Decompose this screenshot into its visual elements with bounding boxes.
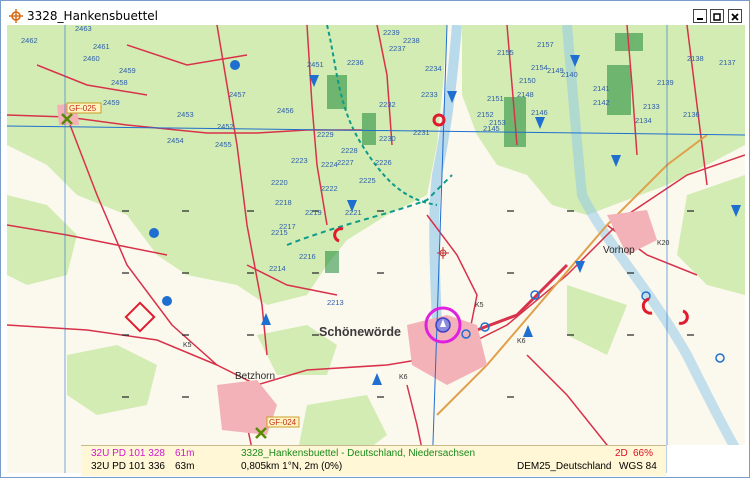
dem-name: DEM25_Deutschland [517,461,612,472]
parcel-number: 2234 [425,64,442,73]
parcel-number: 2223 [291,156,308,165]
parcel-number: 2213 [327,298,344,307]
parcel-number: 2452 [217,122,234,131]
parcel-number: 2220 [271,178,288,187]
position-coordinate: 32U PD 101 336 [91,461,165,472]
datum: WGS 84 [619,461,657,472]
parcel-number: 2224 [321,160,338,169]
parcel-number: 2458 [111,78,128,87]
parcel-number: 2155 [497,48,514,57]
parcel-number: 2459 [103,98,120,107]
maximize-icon [713,13,721,21]
parcel-number: 2460 [83,54,100,63]
parcel-number: 2228 [341,146,358,155]
status-bar: 32U PD 101 328 61m 32U PD 101 336 63m 33… [81,445,666,476]
place-name-betzhorn: Betzhorn [235,371,275,382]
parcel-number: 2154 [531,63,548,72]
road-label: K5 [183,342,192,349]
distance-readout: 0,805km 1°N, 2m (0%) [241,461,343,472]
parcel-number: 2459 [119,66,136,75]
parcel-number: 2218 [275,198,292,207]
road-label: K6 [399,374,408,381]
cursor-elevation: 61m [175,448,195,459]
parcel-number: 2151 [487,94,504,103]
parcel-number: 2140 [561,70,578,79]
parcel-number: 2216 [299,252,316,261]
place-name-vorhop: Vorhop [603,245,635,256]
parcel-number: 2236 [347,58,364,67]
parcel-number: 2142 [593,98,610,107]
app-window: 3328_Hankensbuettel GF-025 GF-024 2463 2… [0,0,750,478]
status-right-panel [667,445,745,475]
waypoint-label: GF-025 [69,104,97,113]
parcel-number: 2214 [269,264,286,273]
crosshair-app-icon [9,9,23,23]
parcel-number: 2229 [317,130,334,139]
parcel-number: 2215 [271,228,288,237]
parcel-number: 2237 [389,44,406,53]
parcel-number: 2230 [379,134,396,143]
parcel-number: 2145 [483,124,500,133]
waypoint-label: GF-024 [269,418,297,427]
fix-mode: 2D [615,448,628,459]
close-button[interactable] [728,9,742,23]
parcel-number: 2222 [321,184,338,193]
parcel-number: 2139 [657,78,674,87]
road-label: K20 [657,240,670,247]
map-name: 3328_Hankensbuettel - Deutschland, Niede… [241,448,476,459]
parcel-number: 2453 [177,110,194,119]
minimize-button[interactable] [693,9,707,23]
parcel-number: 2227 [337,158,354,167]
parcel-number: 2231 [413,128,430,137]
parcel-number: 2238 [403,36,420,45]
maximize-button[interactable] [710,9,724,23]
parcel-number: 2148 [517,90,534,99]
topographic-map[interactable]: GF-025 GF-024 2463 2462 2459 2461 2460 2457 24… [7,25,745,473]
parcel-number: 2150 [519,76,536,85]
parcel-number: 2137 [719,58,736,67]
parcel-number: 2454 [167,136,184,145]
parcel-number: 2451 [307,60,324,69]
parcel-number: 2462 [21,36,38,45]
parcel-number: 2225 [359,176,376,185]
parcel-number: 2146 [531,108,548,117]
road-label: K6 [517,338,526,345]
minimize-icon [697,18,703,20]
road-label: K5 [475,302,484,309]
parcel-number: 2134 [635,116,652,125]
cursor-coordinate: 32U PD 101 328 [91,448,165,459]
parcel-number: 2457 [229,90,246,99]
parcel-number: 2456 [277,106,294,115]
place-name-schoenewoerde: Schönewörde [319,325,401,339]
parcel-number: 2133 [643,102,660,111]
parcel-number: 2463 [75,25,92,33]
parcel-number: 2233 [421,90,438,99]
parcel-number: 2138 [687,54,704,63]
position-elevation: 63m [175,461,195,472]
parcel-number: 2232 [379,100,396,109]
parcel-number: 2136 [683,110,700,119]
parcel-number: 2141 [593,84,610,93]
parcel-number: 2157 [537,40,554,49]
parcel-number: 2461 [93,42,110,51]
fix-percent: 66% [633,448,654,459]
close-icon [731,13,739,21]
parcel-number: 2455 [215,140,232,149]
parcel-number: 2221 [345,208,362,217]
parcel-number: 2226 [375,158,392,167]
window-title: 3328_Hankensbuettel [27,9,159,23]
map-canvas[interactable]: GF-025 GF-024 2463 2462 2459 2461 2460 2457 24… [7,25,745,473]
parcel-number: 2219 [305,208,322,217]
parcel-number: 2239 [383,28,400,37]
